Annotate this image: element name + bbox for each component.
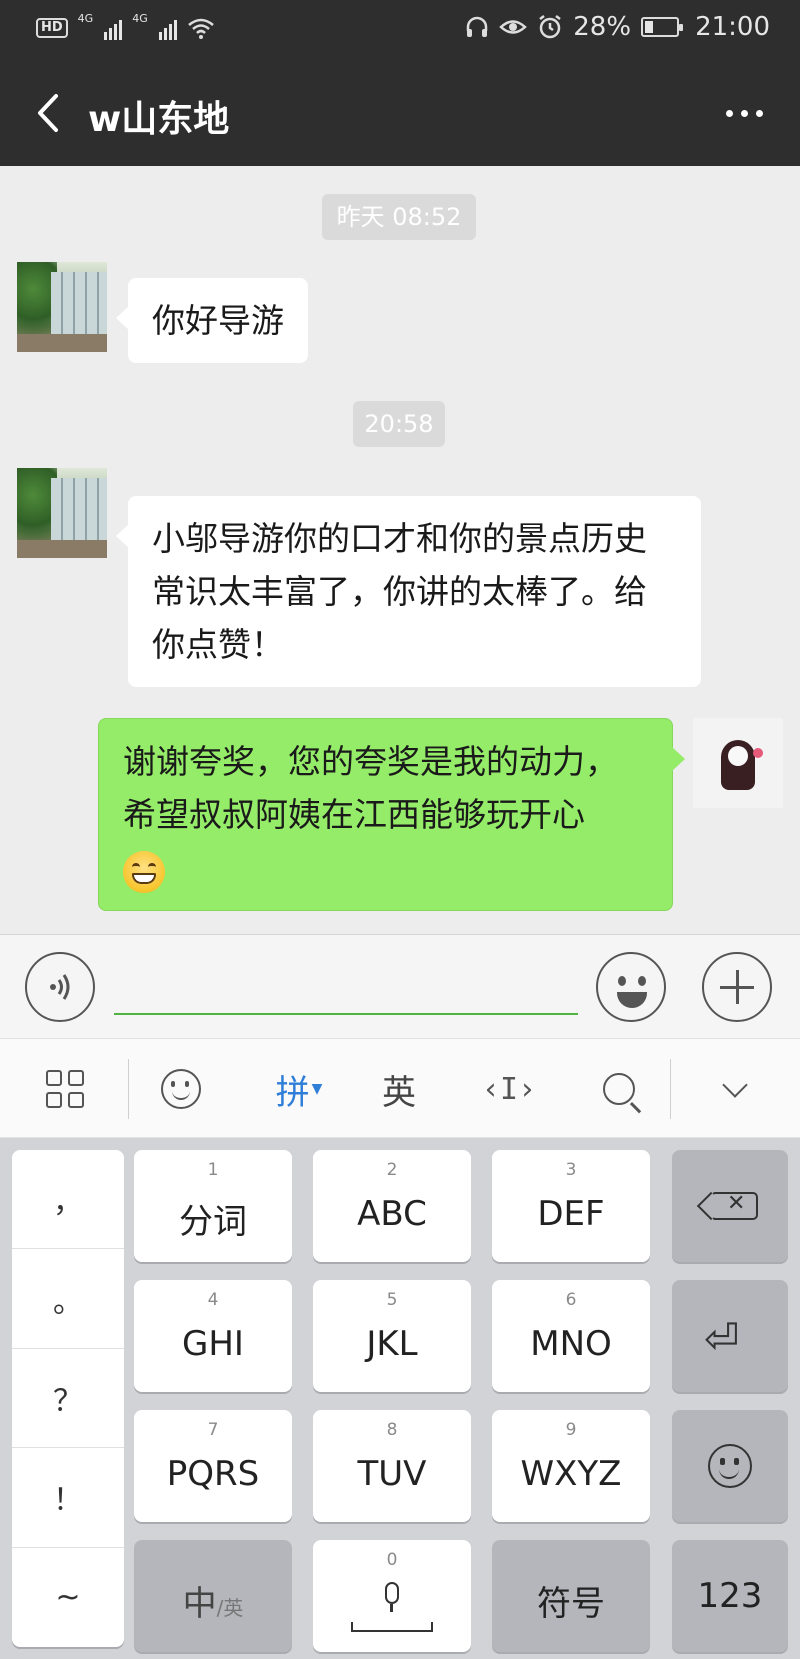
message-bubble[interactable]: 小邬导游你的口才和你的景点历史常识太丰富了，你讲的太棒了。给你点赞！ <box>116 496 701 687</box>
ime-english-mode-button[interactable]: 英 <box>354 1039 444 1139</box>
wifi-icon <box>187 18 214 39</box>
punct-key[interactable]: ？ <box>12 1349 124 1449</box>
message-list[interactable]: 昨天 08:52 你好导游 20:58 小邬导游你的口才和你的景点历史常识太丰富… <box>0 166 800 934</box>
network-type-label: 4G <box>132 11 148 25</box>
grid-icon <box>46 1070 84 1108</box>
emoji-key[interactable] <box>672 1410 788 1522</box>
punct-key[interactable]: ~ <box>12 1548 124 1647</box>
my-avatar[interactable] <box>693 718 783 808</box>
more-actions-plus-button[interactable] <box>702 952 772 1022</box>
grin-emoji-icon <box>123 850 165 893</box>
ime-pinyin-mode-button[interactable]: 拼 ▼ <box>254 1039 344 1139</box>
nine-key-keyboard: ， 。 ？ ！ ~ 1 分词 2 ABC 3 DEF 4 GHI 5 JKL 6… <box>0 1138 800 1659</box>
hd-indicator: HD <box>36 18 68 38</box>
text-cursor-icon: ‹I› <box>481 1071 537 1107</box>
smiley-icon <box>708 1444 752 1488</box>
space-key[interactable]: 0 <box>313 1540 471 1652</box>
backspace-key[interactable] <box>672 1150 788 1262</box>
message-text: 谢谢夸奖，您的夸奖是我的动力，希望叔叔阿姨在江西能够玩开心 <box>123 742 618 834</box>
key-6[interactable]: 6 MNO <box>492 1280 650 1392</box>
key-3[interactable]: 3 DEF <box>492 1150 650 1262</box>
numbers-key[interactable]: 123 <box>672 1540 788 1652</box>
signal-icon <box>158 16 177 40</box>
key-5[interactable]: 5 JKL <box>313 1280 471 1392</box>
key-7[interactable]: 7 PQRS <box>134 1410 292 1522</box>
ime-emoji-button[interactable] <box>136 1039 226 1139</box>
ime-search-button[interactable] <box>574 1039 664 1139</box>
ime-apps-button[interactable] <box>20 1039 110 1139</box>
punct-key[interactable]: 。 <box>12 1249 124 1349</box>
punctuation-column[interactable]: ， 。 ？ ！ ~ <box>12 1150 124 1647</box>
key-8[interactable]: 8 TUV <box>313 1410 471 1522</box>
microphone-icon <box>385 1582 399 1604</box>
status-bar: HD 4G 4G 28% 21:00 <box>0 0 800 60</box>
voice-wave-icon <box>50 974 70 1000</box>
key-9[interactable]: 9 WXYZ <box>492 1410 650 1522</box>
message-bubble[interactable]: 你好导游 <box>116 278 308 363</box>
chevron-left-icon <box>38 94 58 132</box>
smiley-icon <box>161 1069 201 1109</box>
contact-avatar[interactable] <box>17 262 107 352</box>
zh-en-switch-key[interactable]: 中/英 <box>134 1540 292 1652</box>
alarm-icon <box>539 15 562 39</box>
clock: 21:00 <box>695 12 770 42</box>
key-1[interactable]: 1 分词 <box>134 1150 292 1262</box>
key-2[interactable]: 2 ABC <box>313 1150 471 1262</box>
backspace-icon <box>712 1191 758 1220</box>
signal-icon <box>104 16 123 40</box>
chat-header: w山东地 <box>0 60 800 166</box>
contact-avatar[interactable] <box>17 468 107 558</box>
punct-key[interactable]: ， <box>12 1150 124 1250</box>
network-type-label: 4G <box>77 11 94 25</box>
caret-down-icon: ▼ <box>311 1081 323 1097</box>
symbols-key[interactable]: 符号 <box>492 1540 650 1652</box>
message-bubble-sent[interactable]: 谢谢夸奖，您的夸奖是我的动力，希望叔叔阿姨在江西能够玩开心 <box>98 718 685 911</box>
enter-icon: ⏎ <box>704 1314 740 1363</box>
hide-keyboard-button[interactable] <box>690 1039 780 1139</box>
eye-icon <box>499 20 528 34</box>
punct-key[interactable]: ！ <box>12 1448 124 1548</box>
timestamp: 20:58 <box>353 401 445 447</box>
back-button[interactable] <box>26 88 76 138</box>
ime-cursor-button[interactable]: ‹I› <box>464 1039 554 1139</box>
key-4[interactable]: 4 GHI <box>134 1280 292 1392</box>
input-bar <box>0 934 800 1038</box>
message-input[interactable] <box>114 959 578 1015</box>
more-options-button[interactable] <box>718 90 770 136</box>
emoji-button[interactable] <box>596 952 666 1022</box>
voice-input-button[interactable] <box>25 952 95 1022</box>
enter-key[interactable]: ⏎ <box>672 1280 788 1392</box>
search-icon <box>603 1073 635 1105</box>
timestamp: 昨天 08:52 <box>322 194 476 240</box>
space-icon <box>351 1622 433 1632</box>
chat-title: w山东地 <box>88 99 230 140</box>
headphone-icon <box>467 16 488 37</box>
ime-toolbar: 拼 ▼ 英 ‹I› <box>0 1038 800 1138</box>
chevron-down-icon <box>722 1072 748 1098</box>
battery-icon <box>641 17 684 37</box>
battery-percent: 28% <box>573 12 632 42</box>
